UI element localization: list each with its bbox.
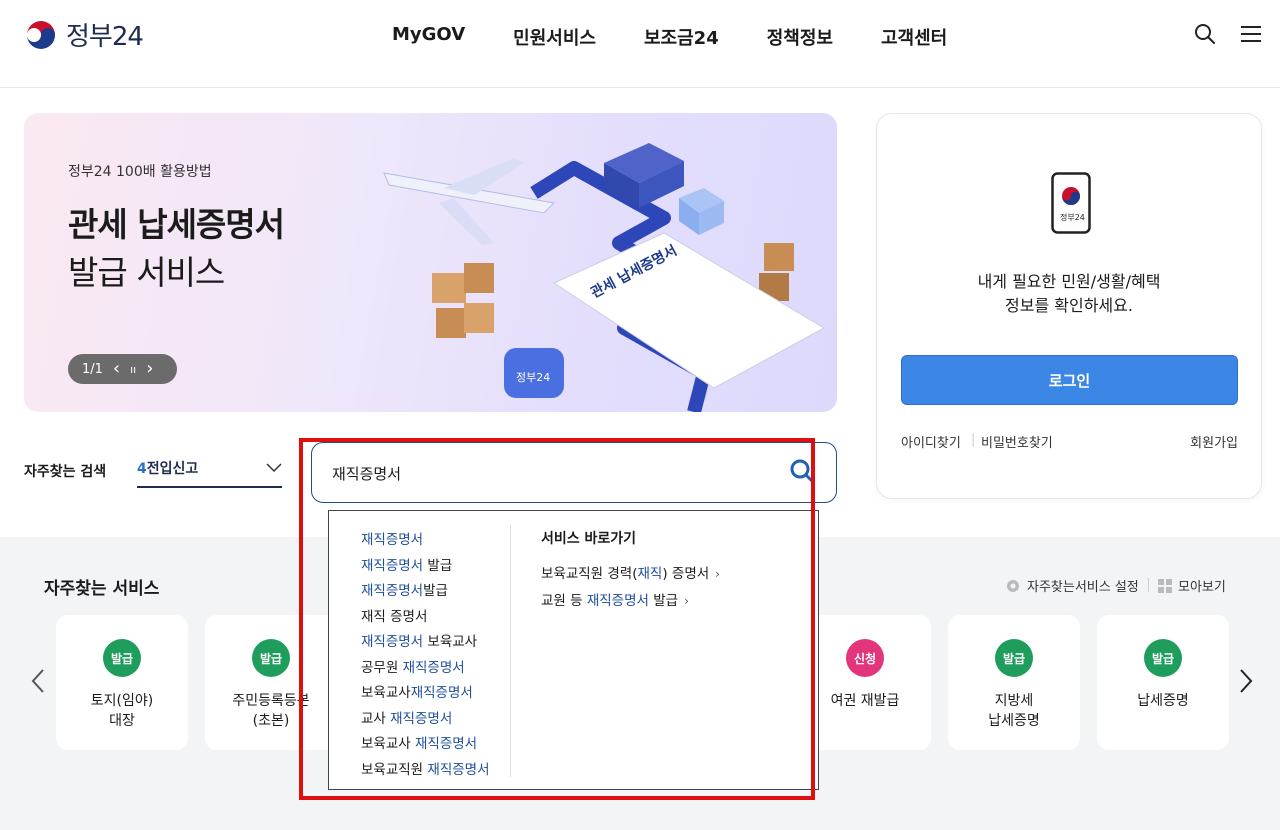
service-card-tax-certificate[interactable]: 발급 납세증명 [1097, 615, 1229, 750]
doc-badge-label: 정부24 [516, 371, 550, 384]
find-id-link[interactable]: 아이디찾기 [901, 432, 961, 451]
chevron-right-icon: › [715, 567, 720, 581]
suggestion-item[interactable]: 공무원 재직증명서 [361, 656, 490, 682]
shortcut-title: 서비스 바로가기 [541, 531, 637, 547]
gear-icon [1007, 579, 1019, 592]
chevron-right-icon[interactable] [1238, 668, 1254, 694]
banner-title-line2: 발급 서비스 [68, 253, 225, 292]
logo[interactable]: 정부24 [24, 16, 144, 53]
service-card-land-register[interactable]: 발급 토지(임야) 대장 [56, 615, 188, 750]
suggestion-item[interactable]: 재직증명서발급 [361, 579, 490, 605]
frequent-search-term: 전입신고 [146, 461, 199, 477]
nav-policy-info[interactable]: 정책정보 [767, 24, 833, 50]
link-divider: | [971, 432, 976, 447]
promo-banner[interactable]: 정부24 100배 활용방법 관세 납세증명서 발급 서비스 1/1 ‹ ıı … [24, 113, 837, 412]
taegeuk-logo-icon [24, 17, 58, 52]
service-badge: 발급 [103, 639, 141, 677]
service-shortcuts: 서비스 바로가기 보육교직원 경력(재직) 증명서 › 교원 등 재직증명서 발급… [541, 528, 720, 616]
grid-icon [1158, 578, 1172, 593]
service-setting-link[interactable]: 자주찾는서비스 설정 [1005, 576, 1139, 595]
service-badge: 발급 [1144, 639, 1182, 677]
search-autocomplete: 재직증명서 재직증명서 발급 재직증명서발급 재직 증명서 재직증명서 보육교사… [328, 510, 819, 790]
banner-controls: 1/1 ‹ ıı › [68, 354, 177, 384]
banner-title-line1: 관세 납세증명서 [68, 205, 285, 244]
service-badge: 신청 [846, 639, 884, 677]
login-card: 정부24 내게 필요한 민원/생활/혜택 정보를 확인하세요. 로그인 아이디찾… [876, 113, 1262, 499]
chevron-right-icon: › [684, 594, 689, 608]
login-message: 내게 필요한 민원/생활/혜택 정보를 확인하세요. [877, 270, 1261, 318]
dropdown-divider [510, 525, 511, 777]
banner-next-button[interactable]: › [146, 360, 153, 378]
view-all-label: 모아보기 [1178, 580, 1226, 595]
banner-prev-button[interactable]: ‹ [113, 360, 120, 378]
suggestion-item[interactable]: 보육교사재직증명서 [361, 681, 490, 707]
airplane-icon [383, 158, 556, 245]
signup-link[interactable]: 회원가입 [1190, 432, 1238, 451]
logo-text: 정부24 [66, 22, 144, 52]
service-card-label: 토지(임야) 대장 [90, 693, 154, 729]
frequent-search-label: 자주찾는 검색 [24, 464, 107, 480]
suggestion-list: 재직증명서 재직증명서 발급 재직증명서발급 재직 증명서 재직증명서 보육교사… [361, 528, 490, 783]
suggestion-item[interactable]: 재직증명서 보육교사 [361, 630, 490, 656]
banner-counter: 1/1 [82, 361, 103, 377]
banner-subtitle: 정부24 100배 활용방법 [68, 164, 212, 180]
login-button[interactable]: 로그인 [901, 355, 1238, 405]
suggestion-item[interactable]: 재직증명서 발급 [361, 554, 490, 580]
phone-label: 정부24 [1060, 212, 1085, 222]
service-card-label: 지방세 납세증명 [988, 693, 1040, 729]
banner-title: 관세 납세증명서 발급 서비스 [68, 201, 285, 297]
nav-civil-services[interactable]: 민원서비스 [513, 24, 596, 50]
service-setting-label: 자주찾는서비스 설정 [1027, 580, 1139, 595]
frequent-search-select[interactable]: 4전입신고 [137, 458, 282, 488]
search-submit-icon[interactable] [789, 458, 815, 484]
mobile-id-icon: 정부24 [1051, 172, 1091, 234]
service-card-label: 주민등록등본 (초본) [232, 693, 310, 729]
search-input[interactable] [332, 461, 772, 485]
service-card-resident-register[interactable]: 발급 주민등록등본 (초본) [205, 615, 337, 750]
chevron-left-icon[interactable] [30, 668, 46, 694]
suggestion-item[interactable]: 재직증명서 [361, 528, 490, 554]
suggestion-item[interactable]: 보육교직원 재직증명서 [361, 758, 490, 784]
suggestion-item[interactable]: 교사 재직증명서 [361, 707, 490, 733]
services-divider [1148, 578, 1149, 592]
find-password-link[interactable]: 비밀번호찾기 [981, 432, 1053, 451]
search-box [311, 442, 837, 503]
frequent-search-rank: 4 [137, 461, 147, 477]
header: 정부24 MyGOV 민원서비스 보조금24 정책정보 고객센터 [0, 0, 1280, 88]
nav-subsidy24[interactable]: 보조금24 [644, 24, 719, 50]
search-icon[interactable] [1193, 22, 1217, 46]
shortcut-link[interactable]: 보육교직원 경력(재직) 증명서 › [541, 562, 720, 589]
service-card-label: 납세증명 [1137, 693, 1189, 709]
menu-icon[interactable] [1239, 22, 1263, 46]
frequent-services-title: 자주찾는 서비스 [44, 579, 160, 599]
login-message-line1: 내게 필요한 민원/생활/혜택 [977, 272, 1161, 291]
view-all-link[interactable]: 모아보기 [1158, 576, 1226, 595]
suggestion-item[interactable]: 보육교사 재직증명서 [361, 732, 490, 758]
suggestion-item[interactable]: 재직 증명서 [361, 605, 490, 631]
service-badge: 발급 [995, 639, 1033, 677]
login-message-line2: 정보를 확인하세요. [1005, 296, 1133, 315]
nav-customer-center[interactable]: 고객센터 [881, 24, 947, 50]
nav-mygov[interactable]: MyGOV [392, 24, 465, 50]
shortcut-link[interactable]: 교원 등 재직증명서 발급 › [541, 589, 720, 616]
customs-illustration: 관세 납세증명서 정부24 [383, 143, 826, 412]
banner-pause-button[interactable]: ıı [130, 363, 136, 376]
chevron-down-icon [266, 463, 282, 473]
service-card-local-tax[interactable]: 발급 지방세 납세증명 [948, 615, 1080, 750]
main-nav: MyGOV 민원서비스 보조금24 정책정보 고객센터 [392, 24, 995, 50]
service-badge: 발급 [252, 639, 290, 677]
